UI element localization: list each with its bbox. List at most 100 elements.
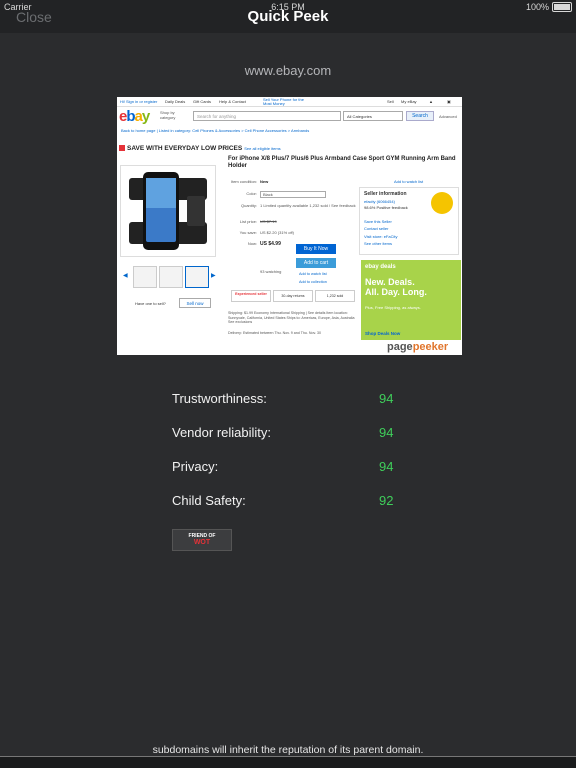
- preview-top-link: Daily Deals: [165, 99, 186, 104]
- preview-search-box: Search for anything: [193, 111, 341, 121]
- deals-headline: New. Deals. All. Day. Long.: [365, 277, 427, 297]
- preview-watch-link: Add to watch list: [394, 179, 424, 184]
- thumbnail: [185, 266, 209, 288]
- detail-value: US $4.99: [260, 241, 281, 247]
- preview-tags: Experienced seller 30-day returns 1,232 …: [231, 290, 356, 302]
- rating-vendor-reliability: Vendor reliability: 94: [172, 425, 412, 445]
- chevron-right-icon: ▶: [211, 273, 216, 279]
- preview-top-link: Gift Cards: [193, 99, 212, 104]
- preview-buy-now: Buy It Now: [296, 244, 336, 254]
- product-image: [120, 165, 216, 257]
- thumbnail: [133, 266, 157, 288]
- preview-top-right: Sell: [387, 99, 394, 104]
- tag-icon: [119, 145, 125, 152]
- preview-have-one: Have one to sell?: [135, 301, 166, 306]
- rating-trustworthiness: Trustworthiness: 94: [172, 391, 412, 411]
- ebay-logo: ebay: [119, 108, 150, 125]
- site-domain: www.ebay.com: [244, 63, 332, 78]
- detail-key: Now:: [247, 241, 257, 246]
- thumbnail: [159, 266, 183, 288]
- preview-add-cart: Add to cart: [296, 258, 336, 268]
- preview-advanced: Advanced: [439, 114, 457, 119]
- battery-percent: 100%: [525, 2, 549, 12]
- rating-value: 92: [379, 493, 394, 508]
- seller-store: Visit store: eFaCity: [364, 234, 398, 239]
- site-preview[interactable]: Hi! Sign in or register Daily Deals Gift…: [117, 97, 462, 355]
- preview-item-title: For iPhone X/8 Plus/7 Plus/6 Plus Armban…: [228, 156, 456, 169]
- detail-key: You save:: [239, 230, 257, 235]
- preview-shop-by: Shop by category: [160, 110, 176, 120]
- detail-value: Black: [260, 191, 326, 198]
- preview-promo-text: SAVE WITH EVERYDAY LOW PRICES: [127, 145, 243, 152]
- watermark-part: peeker: [412, 341, 449, 353]
- badge-bottom: WOT: [193, 539, 211, 546]
- tag-item: 1,232 sold: [315, 290, 355, 302]
- preview-promo-link: See all eligible items: [244, 146, 281, 151]
- detail-key: List price:: [239, 219, 257, 224]
- pagepeeker-watermark: pagepeeker: [387, 341, 448, 353]
- seller-heading: Seller information: [364, 191, 407, 197]
- preview-sell-promo: Sell Your Phone for the Most Money: [263, 97, 304, 106]
- detail-value: US $7.19: [260, 219, 277, 224]
- battery-icon: [552, 2, 572, 12]
- preview-watch-list: Add to watch list: [299, 272, 327, 276]
- status-bar-overlay: Carrier 6:15 PM 100%: [0, 0, 576, 14]
- logo-letter: a: [134, 108, 143, 125]
- detail-key: Quantity:: [240, 203, 257, 208]
- deals-heading: ebay deals: [365, 264, 396, 270]
- rating-privacy: Privacy: 94: [172, 459, 412, 479]
- preview-top-right: My eBay: [401, 99, 417, 104]
- bell-icon: ▲: [429, 99, 433, 104]
- footer-bar: [0, 756, 576, 768]
- rating-value: 94: [379, 459, 394, 474]
- preview-signin: Hi! Sign in or register: [120, 99, 158, 104]
- deals-line-2: All. Day. Long.: [365, 287, 427, 297]
- seller-contact: Contact seller: [364, 226, 389, 231]
- deals-shop: Shop Deals Now: [365, 331, 401, 336]
- rating-label: Privacy:: [172, 459, 219, 474]
- preview-shipping: Shipping: $1.99 Economy International Sh…: [228, 311, 356, 335]
- battery-indicator: 100%: [526, 2, 572, 12]
- detail-key: Item condition:: [230, 179, 257, 184]
- rating-label: Child Safety:: [172, 493, 246, 508]
- detail-value: US $2.20 (31% off): [260, 230, 294, 235]
- armband-image: [129, 172, 207, 250]
- preview-deals-ad: ebay deals New. Deals. All. Day. Long. Pl…: [361, 260, 461, 340]
- detail-value: 1 Limited quantity available 1,232 sold …: [260, 203, 356, 208]
- friend-of-wot-badge[interactable]: FRIEND OF WOT: [172, 529, 232, 551]
- rating-label: Trustworthiness:: [172, 391, 267, 406]
- logo-letter: y: [141, 108, 150, 125]
- tag-item: 30-day returns: [273, 290, 313, 302]
- tag-item: Experienced seller: [231, 290, 271, 302]
- clock: 6:15 PM: [271, 2, 305, 12]
- preview-breadcrumb: Back to home page | Listed in category: …: [121, 128, 310, 133]
- watching-count: 93 watching: [260, 269, 282, 274]
- deals-sub: Plus, Free Shipping, as always.: [365, 305, 421, 310]
- cart-icon: ▣: [447, 99, 451, 104]
- seller-feedback: 98.6% Positive feedback: [364, 205, 408, 210]
- preview-collection: Add to collection: [299, 280, 327, 284]
- rating-child-safety: Child Safety: 92: [172, 493, 412, 513]
- seller-badge-icon: [431, 192, 453, 214]
- preview-promo: SAVE WITH EVERYDAY LOW PRICES See all eli…: [119, 145, 281, 152]
- delivery-text: Delivery: Estimated between Thu. Nov. 9 …: [228, 330, 322, 335]
- rating-value: 94: [379, 425, 394, 440]
- seller-other: See other items: [364, 241, 393, 246]
- preview-category-select: All Categories: [343, 111, 403, 121]
- seller-name: efacity (6066454): [364, 199, 395, 204]
- watermark-part: page: [387, 341, 413, 353]
- seller-save: Save this Seller: [364, 219, 392, 224]
- thumbnail-strip: ◀ ▶: [123, 264, 216, 290]
- footer-note: subdomains will inherit the reputation o…: [152, 744, 424, 756]
- logo-letter: b: [126, 108, 135, 125]
- deals-line-1: New. Deals.: [365, 277, 415, 287]
- preview-search-button: Search: [406, 111, 434, 121]
- detail-key: Color:: [246, 191, 257, 196]
- preview-seller-info: Seller information efacity (6066454) 98.…: [359, 187, 459, 255]
- shipping-text: Shipping: $1.99 Economy International Sh…: [228, 311, 355, 324]
- detail-value: New: [260, 179, 269, 184]
- chevron-left-icon: ◀: [123, 273, 128, 279]
- preview-top-link: Help & Contact: [219, 99, 246, 104]
- rating-value: 94: [379, 391, 394, 406]
- rating-label: Vendor reliability:: [172, 425, 271, 440]
